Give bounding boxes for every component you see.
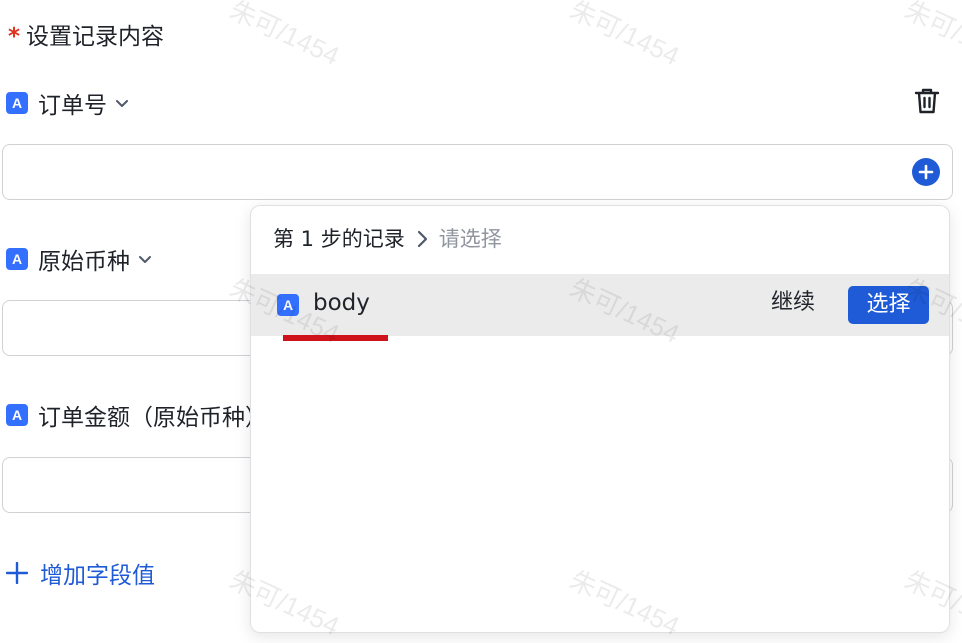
section-title-text: 设置记录内容 [26,24,165,50]
field-label-text: 订单金额（原始币种） [38,405,268,431]
watermark-text: 朱可/1454 [900,0,962,72]
plus-icon [918,164,934,180]
text-type-icon: A [6,248,28,270]
add-field-label: 增加字段值 [40,563,155,589]
highlight-underline [283,335,388,341]
plus-icon [6,562,28,584]
breadcrumb: 第 1 步的记录 请选择 [273,224,502,254]
record-selector-popup: 第 1 步的记录 请选择 A body 继续 选择 [250,205,950,633]
section-title: * 设置记录内容 [8,22,164,52]
breadcrumb-step[interactable]: 第 1 步的记录 [273,224,405,254]
option-row-body[interactable]: A body 继续 选择 [251,274,949,336]
select-button[interactable]: 选择 [848,286,929,324]
continue-button[interactable]: 继续 [771,288,815,318]
chevron-right-icon [415,230,429,248]
option-name: body [313,290,370,316]
text-type-icon: A [277,294,299,316]
chevron-down-icon[interactable] [138,252,152,266]
required-mark: * [8,24,21,50]
order-no-input[interactable] [2,144,953,200]
field-label-currency[interactable]: A 原始币种 [6,242,152,276]
chevron-down-icon[interactable] [115,96,129,110]
field-label-order-no[interactable]: A 订单号 [6,86,129,120]
field-label-amount[interactable]: A 订单金额（原始币种） [6,398,268,432]
add-field-button[interactable]: 增加字段值 [6,556,155,590]
text-type-icon: A [6,92,28,114]
watermark-text: 朱可/1454 [565,0,684,72]
breadcrumb-current: 请选择 [438,227,502,251]
text-type-icon: A [6,404,28,426]
field-label-text: 原始币种 [38,249,130,275]
watermark-text: 朱可/1454 [225,0,344,72]
add-value-button[interactable] [912,158,940,186]
trash-icon[interactable] [912,86,942,116]
field-label-text: 订单号 [38,93,107,119]
